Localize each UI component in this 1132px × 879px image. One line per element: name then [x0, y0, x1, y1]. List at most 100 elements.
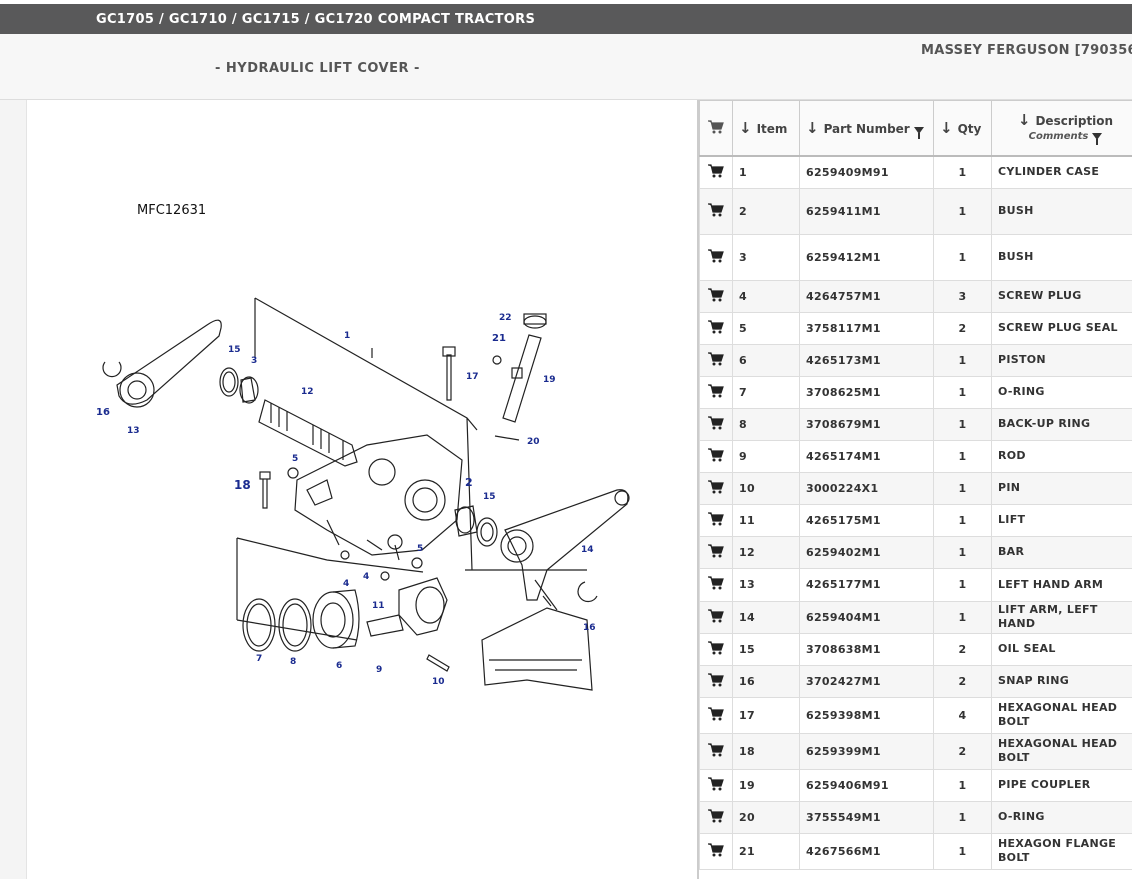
part-number[interactable]: 6259409M91 [799, 155, 934, 189]
add-to-cart-cell[interactable] [699, 832, 733, 870]
add-to-cart-cell[interactable] [699, 375, 733, 409]
part-number[interactable]: 3708625M1 [799, 375, 934, 409]
table-row[interactable]: 1 6259409M91 1 CYLINDER CASE [699, 155, 1132, 189]
part-number[interactable]: 3702427M1 [799, 664, 934, 698]
shopping-cart-icon[interactable] [708, 776, 724, 791]
shopping-cart-icon[interactable] [708, 415, 724, 430]
table-row[interactable]: 12 6259402M1 1 BAR [699, 535, 1132, 569]
table-row[interactable]: 3 6259412M1 1 BUSH [699, 233, 1132, 281]
table-row[interactable]: 10 3000224X1 1 PIN [699, 471, 1132, 505]
add-to-cart-cell[interactable] [699, 664, 733, 698]
part-number[interactable]: 6259404M1 [799, 600, 934, 634]
table-row[interactable]: 13 4265177M1 1 LEFT HAND ARM [699, 567, 1132, 602]
shopping-cart-icon[interactable] [708, 287, 724, 302]
table-row[interactable]: 11 4265175M1 1 LIFT [699, 503, 1132, 537]
part-number[interactable]: 4265175M1 [799, 503, 934, 537]
add-to-cart-cell[interactable] [699, 155, 733, 189]
add-to-cart-cell[interactable] [699, 696, 733, 734]
svg-text:5: 5 [417, 544, 423, 554]
item-column-header[interactable]: ↓ Item [732, 100, 800, 157]
add-to-cart-cell[interactable] [699, 279, 733, 313]
shopping-cart-icon[interactable] [708, 706, 724, 721]
filter-icon[interactable] [913, 127, 924, 139]
add-to-cart-cell[interactable] [699, 567, 733, 602]
shopping-cart-icon[interactable] [708, 383, 724, 398]
add-to-cart-cell[interactable] [699, 800, 733, 834]
part-number[interactable]: 4267566M1 [799, 832, 934, 870]
shopping-cart-icon[interactable] [708, 248, 724, 263]
table-row[interactable]: 17 6259398M1 4 HEXAGONAL HEAD BOLT [699, 696, 1132, 734]
part-number[interactable]: 3000224X1 [799, 471, 934, 505]
table-row[interactable]: 9 4265174M1 1 ROD [699, 439, 1132, 473]
add-to-cart-cell[interactable] [699, 471, 733, 505]
part-number[interactable]: 4265174M1 [799, 439, 934, 473]
filter-icon[interactable] [1092, 132, 1103, 145]
add-to-cart-cell[interactable] [699, 503, 733, 537]
svg-text:20: 20 [527, 437, 540, 447]
shopping-cart-icon[interactable] [708, 164, 724, 178]
part-number[interactable]: 6259411M1 [799, 187, 934, 235]
table-row[interactable]: 16 3702427M1 2 SNAP RING [699, 664, 1132, 698]
shopping-cart-icon[interactable] [708, 808, 724, 823]
item-number: 14 [732, 600, 800, 634]
add-to-cart-cell[interactable] [699, 535, 733, 569]
shopping-cart-icon[interactable] [708, 842, 724, 857]
description-column-header[interactable]: ↓ Description Comments [991, 100, 1132, 157]
shopping-cart-icon[interactable] [708, 576, 724, 590]
part-number-column-header[interactable]: ↓ Part Number [799, 100, 934, 157]
table-row[interactable]: 5 3758117M1 2 SCREW PLUG SEAL [699, 311, 1132, 345]
shopping-cart-icon[interactable] [708, 608, 724, 623]
table-row[interactable]: 14 6259404M1 1 LIFT ARM, LEFT HAND [699, 600, 1132, 634]
shopping-cart-icon[interactable] [708, 319, 724, 334]
shopping-cart-icon[interactable] [708, 351, 724, 366]
part-number[interactable]: 3708638M1 [799, 632, 934, 666]
shopping-cart-icon[interactable] [708, 447, 724, 462]
qty-column-header[interactable]: ↓ Qty [933, 100, 992, 157]
add-to-cart-cell[interactable] [699, 632, 733, 666]
part-number[interactable]: 4265177M1 [799, 567, 934, 602]
part-number[interactable]: 6259402M1 [799, 535, 934, 569]
add-to-cart-cell[interactable] [699, 407, 733, 441]
item-number: 15 [732, 632, 800, 666]
add-to-cart-cell[interactable] [699, 187, 733, 235]
add-to-cart-cell[interactable] [699, 233, 733, 281]
add-to-cart-cell[interactable] [699, 768, 733, 802]
shopping-cart-icon[interactable] [708, 543, 724, 558]
part-number[interactable]: 6259412M1 [799, 233, 934, 281]
shopping-cart-icon[interactable] [708, 742, 724, 757]
add-to-cart-cell[interactable] [699, 343, 733, 377]
part-number[interactable]: 6259399M1 [799, 732, 934, 770]
table-row[interactable]: 8 3708679M1 1 BACK-UP RING [699, 407, 1132, 441]
shopping-cart-icon[interactable] [708, 672, 724, 687]
quantity: 1 [933, 233, 992, 281]
table-row[interactable]: 4 4264757M1 3 SCREW PLUG [699, 279, 1132, 313]
add-to-cart-cell[interactable] [699, 439, 733, 473]
part-number[interactable]: 3758117M1 [799, 311, 934, 345]
exploded-parts-diagram[interactable]: MFC12631 1 2 3 4 4 5 5 6 7 8 9 10 11 12 … [27, 100, 697, 879]
part-number[interactable]: 4264757M1 [799, 279, 934, 313]
table-row[interactable]: 19 6259406M91 1 PIPE COUPLER [699, 768, 1132, 802]
shopping-cart-icon[interactable] [708, 511, 724, 526]
add-to-cart-cell[interactable] [699, 600, 733, 634]
table-row[interactable]: 6 4265173M1 1 PISTON [699, 343, 1132, 377]
add-to-cart-cell[interactable] [699, 732, 733, 770]
part-number[interactable]: 3755549M1 [799, 800, 934, 834]
svg-text:15: 15 [228, 345, 241, 355]
section-title: - HYDRAULIC LIFT COVER - [215, 61, 420, 76]
table-row[interactable]: 20 3755549M1 1 O-RING [699, 800, 1132, 834]
table-row[interactable]: 2 6259411M1 1 BUSH [699, 187, 1132, 235]
table-row[interactable]: 15 3708638M1 2 OIL SEAL [699, 632, 1132, 666]
item-number: 18 [732, 732, 800, 770]
description: BACK-UP RING [991, 407, 1132, 441]
shopping-cart-icon[interactable] [708, 479, 724, 494]
table-row[interactable]: 21 4267566M1 1 HEXAGON FLANGE BOLT [699, 832, 1132, 870]
add-to-cart-cell[interactable] [699, 311, 733, 345]
part-number[interactable]: 6259406M91 [799, 768, 934, 802]
part-number[interactable]: 6259398M1 [799, 696, 934, 734]
table-row[interactable]: 7 3708625M1 1 O-RING [699, 375, 1132, 409]
part-number[interactable]: 4265173M1 [799, 343, 934, 377]
part-number[interactable]: 3708679M1 [799, 407, 934, 441]
shopping-cart-icon[interactable] [708, 202, 724, 217]
table-row[interactable]: 18 6259399M1 2 HEXAGONAL HEAD BOLT [699, 732, 1132, 770]
shopping-cart-icon[interactable] [708, 640, 724, 655]
